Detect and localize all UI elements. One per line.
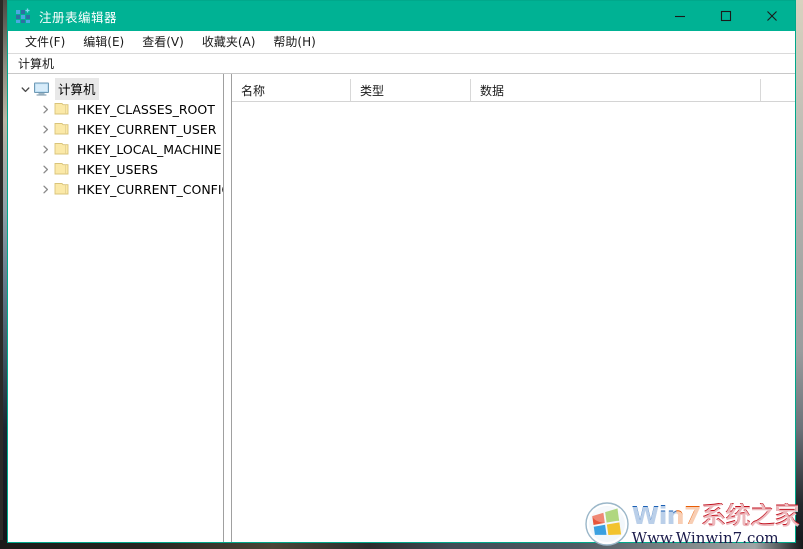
- registry-grid-icon: [15, 8, 31, 24]
- menu-item-file[interactable]: 文件(F): [16, 31, 74, 53]
- folder-icon: [53, 141, 70, 157]
- computer-monitor-icon: [33, 81, 50, 97]
- pane-splitter[interactable]: [223, 74, 232, 542]
- tree-item-label: HKEY_LOCAL_MACHINE: [77, 141, 222, 157]
- address-path-text: 计算机: [18, 57, 55, 71]
- column-header-data[interactable]: 数据: [471, 79, 761, 101]
- tree-item-hkey-current-user[interactable]: HKEY_CURRENT_USER: [8, 119, 223, 139]
- chevron-right-icon[interactable]: [38, 165, 53, 174]
- registry-values-pane: 名称 类型 数据: [232, 74, 795, 542]
- close-button[interactable]: [749, 1, 795, 31]
- tree-item-hkey-local-machine[interactable]: HKEY_LOCAL_MACHINE: [8, 139, 223, 159]
- maximize-button[interactable]: [703, 1, 749, 31]
- tree-item-computer[interactable]: 计算机: [8, 78, 223, 100]
- tree-item-label: HKEY_USERS: [77, 161, 158, 177]
- desktop-edge-left: [0, 0, 3, 549]
- chevron-right-icon[interactable]: [38, 145, 53, 154]
- folder-icon: [53, 101, 70, 117]
- menu-item-favorites[interactable]: 收藏夹(A): [193, 31, 265, 53]
- folder-icon: [53, 181, 70, 197]
- menu-bar: 文件(F) 编辑(E) 查看(V) 收藏夹(A) 帮助(H): [8, 31, 795, 54]
- values-list-body[interactable]: [232, 102, 795, 542]
- window-title: 注册表编辑器: [39, 9, 118, 25]
- chevron-right-icon[interactable]: [38, 185, 53, 194]
- title-bar: 注册表编辑器: [8, 1, 795, 31]
- folder-icon: [53, 161, 70, 177]
- tree-item-label: 计算机: [55, 78, 99, 100]
- tree-item-label: HKEY_CURRENT_CONFIG: [77, 181, 223, 197]
- content-area: 计算机 HKEY_CLASSES_ROOT HKEY_CURRENT_USER …: [8, 74, 795, 542]
- menu-item-view[interactable]: 查看(V): [133, 31, 193, 53]
- tree-item-label: HKEY_CURRENT_USER: [77, 121, 217, 137]
- column-header-name[interactable]: 名称: [232, 79, 351, 101]
- registry-editor-window: 注册表编辑器 文件(F) 编辑(E) 查看(V) 收藏夹(A) 帮助(H) 计算…: [7, 0, 796, 543]
- address-bar[interactable]: 计算机: [8, 54, 795, 74]
- minimize-button[interactable]: [657, 1, 703, 31]
- desktop-background: 注册表编辑器 文件(F) 编辑(E) 查看(V) 收藏夹(A) 帮助(H) 计算…: [0, 0, 803, 549]
- chevron-right-icon[interactable]: [38, 125, 53, 134]
- chevron-right-icon[interactable]: [38, 105, 53, 114]
- registry-tree-pane[interactable]: 计算机 HKEY_CLASSES_ROOT HKEY_CURRENT_USER …: [8, 74, 223, 542]
- folder-icon: [53, 121, 70, 137]
- tree-item-hkey-classes-root[interactable]: HKEY_CLASSES_ROOT: [8, 99, 223, 119]
- menu-item-help[interactable]: 帮助(H): [264, 31, 324, 53]
- tree-item-hkey-current-config[interactable]: HKEY_CURRENT_CONFIG: [8, 179, 223, 199]
- tree-item-hkey-users[interactable]: HKEY_USERS: [8, 159, 223, 179]
- chevron-down-icon[interactable]: [18, 85, 33, 94]
- window-controls: [657, 1, 795, 31]
- column-header-type[interactable]: 类型: [351, 79, 471, 101]
- tree-item-label: HKEY_CLASSES_ROOT: [77, 101, 215, 117]
- column-header-filler: [761, 79, 795, 101]
- menu-item-edit[interactable]: 编辑(E): [74, 31, 133, 53]
- column-header-row: 名称 类型 数据: [232, 79, 795, 102]
